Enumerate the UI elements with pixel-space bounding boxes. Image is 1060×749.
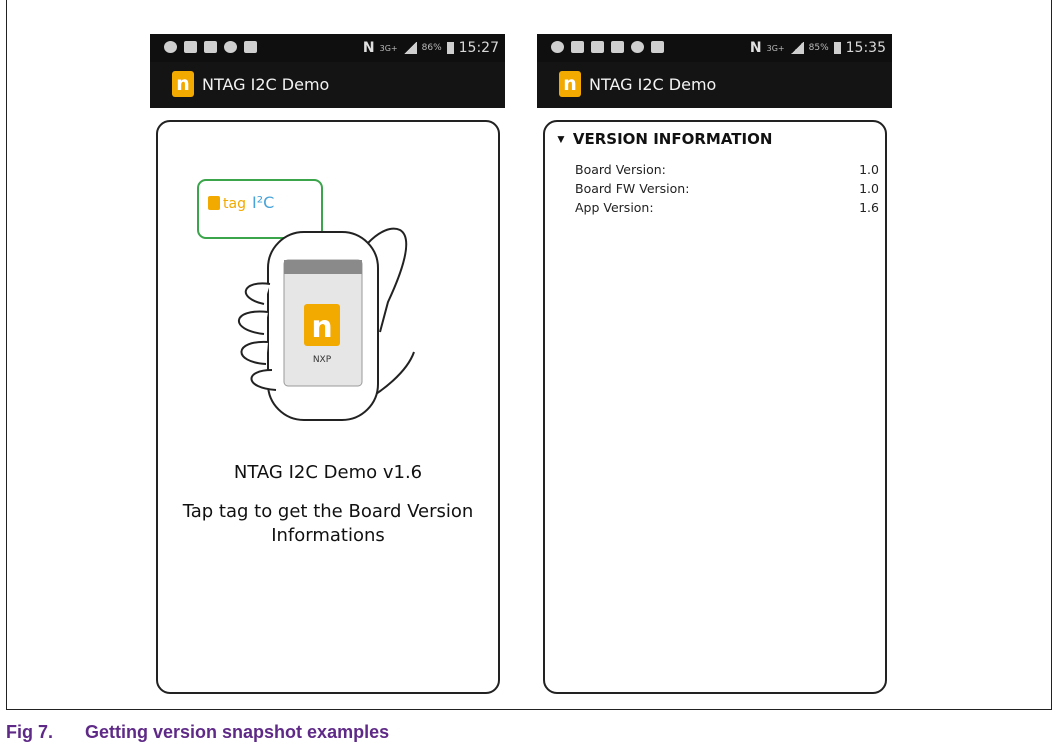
download-icon — [611, 41, 624, 53]
info-row: App Version: 1.6 — [575, 200, 879, 219]
signal-icon — [789, 42, 804, 54]
message-icon — [184, 41, 197, 53]
svg-text:n: n — [311, 310, 332, 345]
shield-icon — [631, 41, 644, 53]
finger-4 — [250, 369, 277, 391]
hand-holding-phone-illustration: tag I²C n NXP — [197, 179, 415, 421]
battery-percent: 85% — [808, 43, 829, 53]
info-label: Board FW Version: — [575, 181, 690, 196]
status-right: N 3G+ 86% 15:27 — [363, 40, 499, 56]
clipboard-icon — [591, 41, 604, 53]
status-bar: N 3G+ 85% 15:35 — [537, 34, 892, 62]
nfc-icon: N — [749, 40, 762, 56]
content-card: ▼ VERSION INFORMATION Board Version: 1.0… — [543, 120, 887, 694]
version-info-table: Board Version: 1.0 Board FW Version: 1.0… — [575, 162, 879, 219]
finger-3 — [240, 340, 269, 365]
tag-label-suffix: I²C — [252, 193, 274, 212]
finger-1 — [244, 282, 271, 305]
figure-number: Fig 7. — [6, 722, 54, 742]
app-bar: n NTAG I2C Demo — [150, 62, 505, 108]
demo-version-label: NTAG I2C Demo v1.6 — [233, 462, 423, 483]
message-icon — [571, 41, 584, 53]
nfc-icon: N — [362, 40, 375, 56]
shield-icon — [224, 41, 237, 53]
figure-caption: Fig 7. Getting version snapshot examples — [6, 722, 389, 743]
info-row: Board Version: 1.0 — [575, 162, 879, 181]
info-value: 1.6 — [859, 200, 879, 215]
section-title: VERSION INFORMATION — [572, 130, 773, 148]
battery-icon — [446, 42, 454, 54]
tap-instruction: Tap tag to get the Board Version Informa… — [182, 501, 474, 546]
info-row: Board FW Version: 1.0 — [575, 181, 879, 200]
battery-icon — [833, 42, 841, 54]
tag-label-prefix: tag — [223, 196, 246, 212]
info-label: Board Version: — [575, 162, 666, 177]
info-value: 1.0 — [859, 162, 879, 177]
app-title: NTAG I2C Demo — [589, 75, 717, 94]
app-logo-icon[interactable]: n — [559, 71, 581, 97]
status-right: N 3G+ 85% 15:35 — [750, 40, 886, 56]
triangle-down-icon[interactable]: ▼ — [555, 132, 567, 146]
battery-percent: 86% — [421, 43, 442, 53]
network-type: 3G+ — [766, 43, 785, 53]
app-bar: n NTAG I2C Demo — [537, 62, 892, 108]
notification-icons — [164, 41, 257, 53]
clipboard-icon — [204, 41, 217, 53]
phone-logo-caption: NXP — [313, 355, 332, 365]
app-logo-icon[interactable]: n — [172, 71, 194, 97]
status-time: 15:27 — [458, 40, 499, 56]
phone-screenshot-version: N 3G+ 85% 15:35 n NTAG I2C Demo ▼ VERSIO… — [537, 34, 892, 702]
notification-icons — [551, 41, 664, 53]
info-value: 1.0 — [859, 181, 879, 196]
version-section-header[interactable]: ▼ VERSION INFORMATION — [555, 130, 772, 148]
photo-icon — [244, 41, 257, 53]
phone-screenshot-home: N 3G+ 86% 15:27 n NTAG I2C Demo tag I²C — [150, 34, 505, 702]
content-card: tag I²C n NXP NTAG I2C Demo v1.6 Tap tag… — [156, 120, 500, 694]
app-title: NTAG I2C Demo — [202, 75, 330, 94]
finger-2 — [238, 310, 269, 335]
status-bar: N 3G+ 86% 15:27 — [150, 34, 505, 62]
info-label: App Version: — [575, 200, 654, 215]
wifi-icon — [164, 41, 177, 53]
figure-title: Getting version snapshot examples — [85, 722, 390, 742]
signal-icon — [402, 42, 417, 54]
phone-screen-bar — [284, 260, 362, 274]
photo-icon — [651, 41, 664, 53]
tag-logo-icon — [208, 196, 220, 210]
wifi-icon — [551, 41, 564, 53]
status-time: 15:35 — [845, 40, 886, 56]
network-type: 3G+ — [379, 43, 398, 53]
